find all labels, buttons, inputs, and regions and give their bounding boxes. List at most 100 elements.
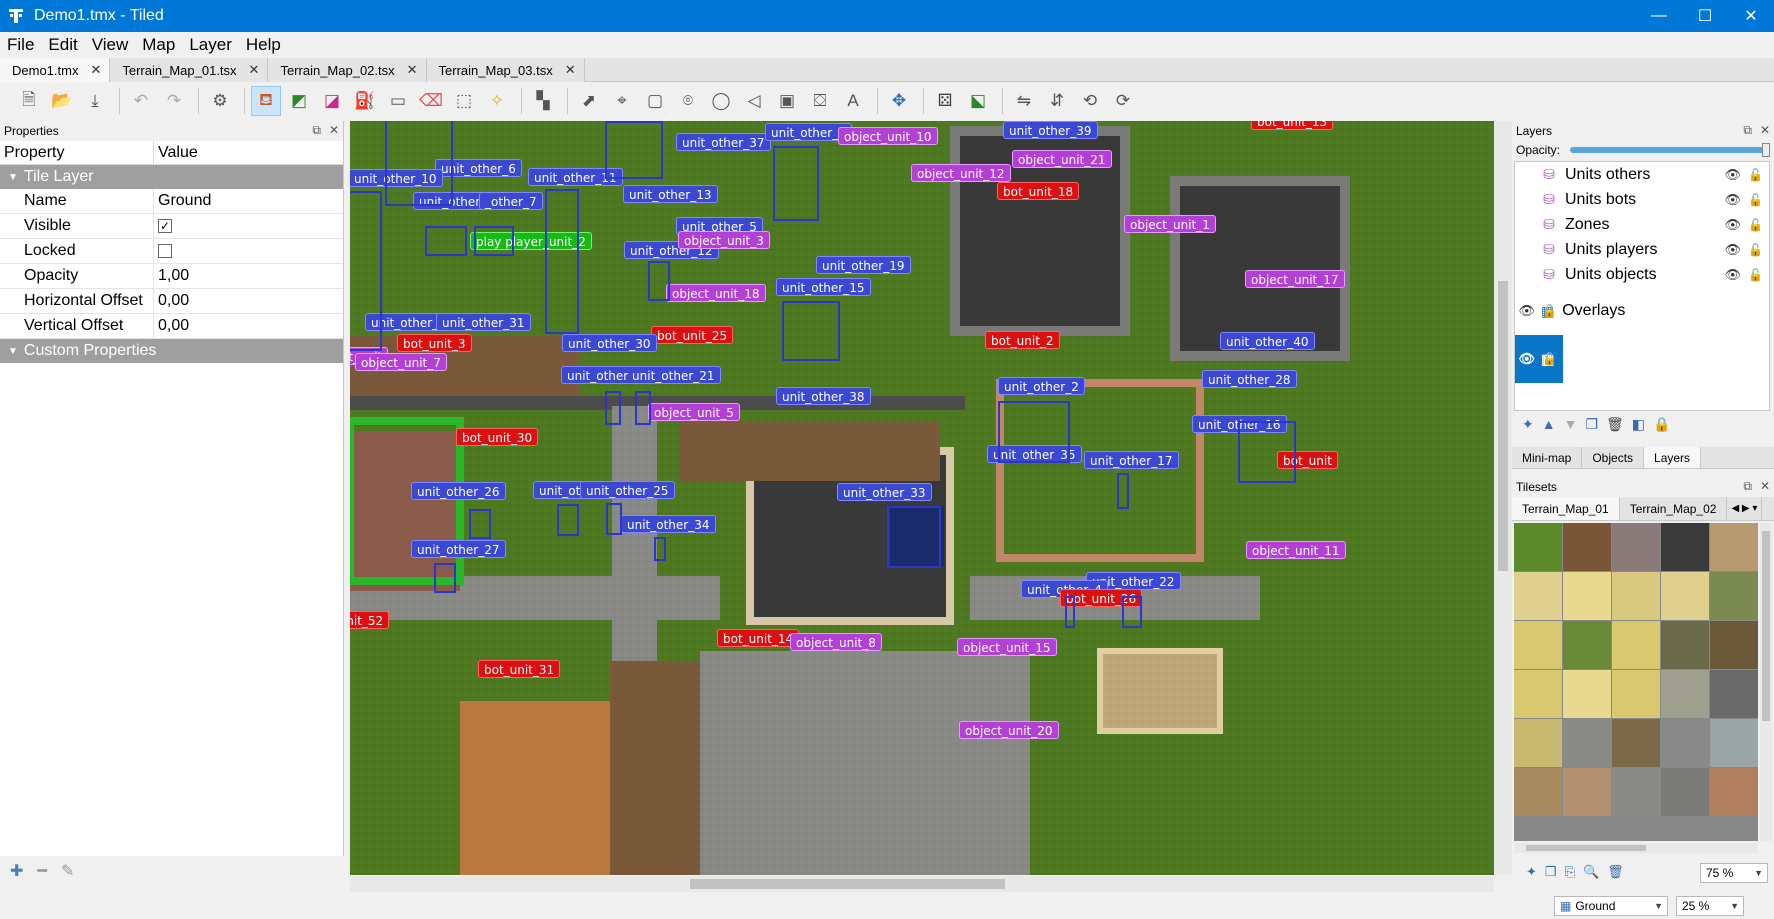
tileset-tile[interactable] bbox=[1612, 621, 1660, 669]
map-label-bot[interactable]: bot_unit_30 bbox=[456, 428, 539, 446]
edit-polygons-icon[interactable]: ⌖ bbox=[607, 86, 637, 116]
move-icon[interactable]: ✥ bbox=[884, 86, 914, 116]
zone-rectangle[interactable] bbox=[1117, 473, 1129, 509]
zone-rectangle[interactable] bbox=[654, 537, 666, 561]
layer-row[interactable]: ⛁ Zones 👁 🔓 bbox=[1515, 212, 1769, 237]
tab-terrain-map-03[interactable]: Terrain_Map_03.tsx ✕ bbox=[426, 58, 585, 82]
tileset-horizontal-scrollbar[interactable] bbox=[1514, 843, 1758, 853]
visibility-eye-icon[interactable]: 👁 bbox=[1724, 242, 1741, 258]
map-label-other[interactable]: unit_other_27 bbox=[411, 540, 506, 558]
tileset-tile[interactable] bbox=[1661, 621, 1709, 669]
visibility-eye-icon[interactable]: 👁 bbox=[1724, 167, 1741, 183]
rect-select-icon[interactable]: ⬚ bbox=[449, 86, 479, 116]
tileset-tile[interactable] bbox=[1661, 719, 1709, 767]
maximize-button[interactable]: ☐ bbox=[1682, 0, 1728, 32]
tileset-tile[interactable] bbox=[1514, 719, 1562, 767]
float-icon[interactable]: ⧉ bbox=[312, 123, 321, 138]
prop-value[interactable]: 0,00 bbox=[154, 289, 189, 313]
zone-rectangle[interactable] bbox=[1122, 596, 1142, 628]
select-same-tile-icon[interactable]: ▚ bbox=[528, 86, 558, 116]
map-label-other[interactable]: unit_other_33 bbox=[837, 483, 932, 501]
zone-rectangle[interactable] bbox=[605, 121, 663, 179]
map-label-bot[interactable]: bot_unit_2 bbox=[985, 331, 1060, 349]
map-label-other[interactable]: unit_other_39 bbox=[1003, 121, 1098, 139]
zone-rectangle[interactable] bbox=[1238, 421, 1296, 483]
magic-wand-icon[interactable]: ✧ bbox=[482, 86, 512, 116]
bucket-fill-icon[interactable]: ⛽ bbox=[350, 86, 380, 116]
minimize-button[interactable]: — bbox=[1636, 0, 1682, 32]
map-label-bot[interactable]: bot_unit_31 bbox=[478, 660, 561, 678]
zone-rectangle[interactable] bbox=[1065, 596, 1075, 628]
tileset-tile[interactable] bbox=[1710, 670, 1758, 718]
tab-terrain-map-02[interactable]: Terrain_Map_02.tsx ✕ bbox=[268, 58, 427, 82]
tileset-zoom-select[interactable]: 75 % ▼ bbox=[1700, 863, 1768, 883]
map-label-other[interactable]: unit_other_15 bbox=[776, 278, 871, 296]
tileset-tile[interactable] bbox=[1612, 670, 1660, 718]
stamp-brush-icon[interactable]: ⛾ bbox=[251, 86, 281, 116]
tileset-tile[interactable] bbox=[1710, 572, 1758, 620]
export-tileset-icon[interactable]: ⎘ bbox=[1565, 864, 1575, 880]
map-label-other[interactable]: unit_other_28 bbox=[1202, 370, 1297, 388]
map-label-object[interactable]: object_unit_21 bbox=[1012, 150, 1112, 168]
open-icon[interactable]: 📂 bbox=[47, 86, 77, 116]
remove-tileset-icon[interactable]: 🗑 bbox=[1607, 864, 1624, 880]
float-icon[interactable]: ⧉ bbox=[1743, 479, 1752, 494]
prop-row-name[interactable]: Name Ground bbox=[0, 189, 343, 214]
tab-mini-map[interactable]: Mini-map bbox=[1512, 447, 1583, 468]
visibility-eye-icon[interactable]: 👁 bbox=[1724, 192, 1741, 208]
rotate-left-icon[interactable]: ⟲ bbox=[1075, 86, 1105, 116]
zone-rectangle[interactable] bbox=[782, 301, 840, 361]
wang-brush-icon[interactable]: ◪ bbox=[317, 86, 347, 116]
layer-row[interactable]: ⛁ Units objects 👁 🔓 bbox=[1515, 262, 1769, 287]
lock-icon[interactable]: 🔓 bbox=[1748, 218, 1763, 232]
map-label-object[interactable]: object_unit_1 bbox=[1124, 215, 1216, 233]
prop-row-horizontal-offset[interactable]: Horizontal Offset 0,00 bbox=[0, 289, 343, 314]
map-label-other[interactable]: unit_other_19 bbox=[816, 256, 911, 274]
visibility-eye-icon[interactable]: 👁 bbox=[1724, 267, 1741, 283]
select-objects-icon[interactable]: ⬈ bbox=[574, 86, 604, 116]
layer-row[interactable]: ⛁ Units bots 👁 🔓 bbox=[1515, 187, 1769, 212]
map-label-other[interactable]: _other_7 bbox=[479, 192, 543, 210]
opacity-slider[interactable] bbox=[1570, 143, 1770, 157]
new-map-icon[interactable]: 🗎 bbox=[14, 86, 44, 116]
rename-property-icon[interactable]: ✎ bbox=[61, 861, 74, 881]
tileset-tile[interactable] bbox=[1514, 621, 1562, 669]
zone-rectangle[interactable] bbox=[648, 261, 670, 301]
prop-value[interactable]: 1,00 bbox=[154, 264, 189, 288]
scroll-thumb[interactable] bbox=[1762, 531, 1770, 721]
tileset-tile[interactable] bbox=[1710, 523, 1758, 571]
scroll-thumb[interactable] bbox=[1498, 281, 1508, 571]
close-button[interactable]: ✕ bbox=[1728, 0, 1774, 32]
zone-rectangle[interactable] bbox=[605, 391, 621, 425]
map-label-object[interactable]: object_unit_11 bbox=[1246, 541, 1346, 559]
zone-rectangle[interactable] bbox=[385, 121, 453, 206]
map-label-object[interactable]: object_unit_15 bbox=[957, 638, 1057, 656]
close-icon[interactable]: ✕ bbox=[407, 62, 418, 78]
tileset-tile[interactable] bbox=[1710, 621, 1758, 669]
tileset-tile[interactable] bbox=[1661, 572, 1709, 620]
prop-value[interactable]: 0,00 bbox=[154, 314, 189, 338]
insert-text-icon[interactable]: A bbox=[838, 86, 868, 116]
map-label-other[interactable]: unit_other_26 bbox=[411, 482, 506, 500]
tileset-tile[interactable] bbox=[1514, 670, 1562, 718]
lock-icon[interactable]: 🔓 bbox=[1748, 193, 1763, 207]
tab-tileset-terrain-map-01[interactable]: Terrain_Map_01 bbox=[1512, 497, 1620, 520]
menu-help[interactable]: Help bbox=[239, 35, 288, 55]
zone-rectangle[interactable] bbox=[469, 509, 491, 539]
map-label-other[interactable]: unit_other_25 bbox=[580, 481, 675, 499]
tab-demo1[interactable]: Demo1.tmx ✕ bbox=[0, 58, 111, 82]
layer-row[interactable]: ⛁ Units players 👁 🔓 bbox=[1515, 237, 1769, 262]
insert-point-icon[interactable]: ⌾ bbox=[673, 86, 703, 116]
menu-map[interactable]: Map bbox=[135, 35, 182, 55]
prop-row-opacity[interactable]: Opacity 1,00 bbox=[0, 264, 343, 289]
tileset-tile[interactable] bbox=[1710, 719, 1758, 767]
lock-icon[interactable]: 🔓 bbox=[1748, 243, 1763, 257]
map-label-other[interactable]: unit_other_13 bbox=[623, 185, 718, 203]
tileset-tile[interactable] bbox=[1661, 523, 1709, 571]
insert-polygon-icon[interactable]: ◁ bbox=[739, 86, 769, 116]
tileset-tile[interactable] bbox=[1563, 621, 1611, 669]
map-zoom-select[interactable]: 25 % ▼ bbox=[1676, 896, 1744, 916]
map-label-object[interactable]: object_unit_3 bbox=[678, 231, 770, 249]
tileset-tile[interactable] bbox=[1514, 572, 1562, 620]
map-label-other[interactable]: unit_other_38 bbox=[776, 387, 871, 405]
